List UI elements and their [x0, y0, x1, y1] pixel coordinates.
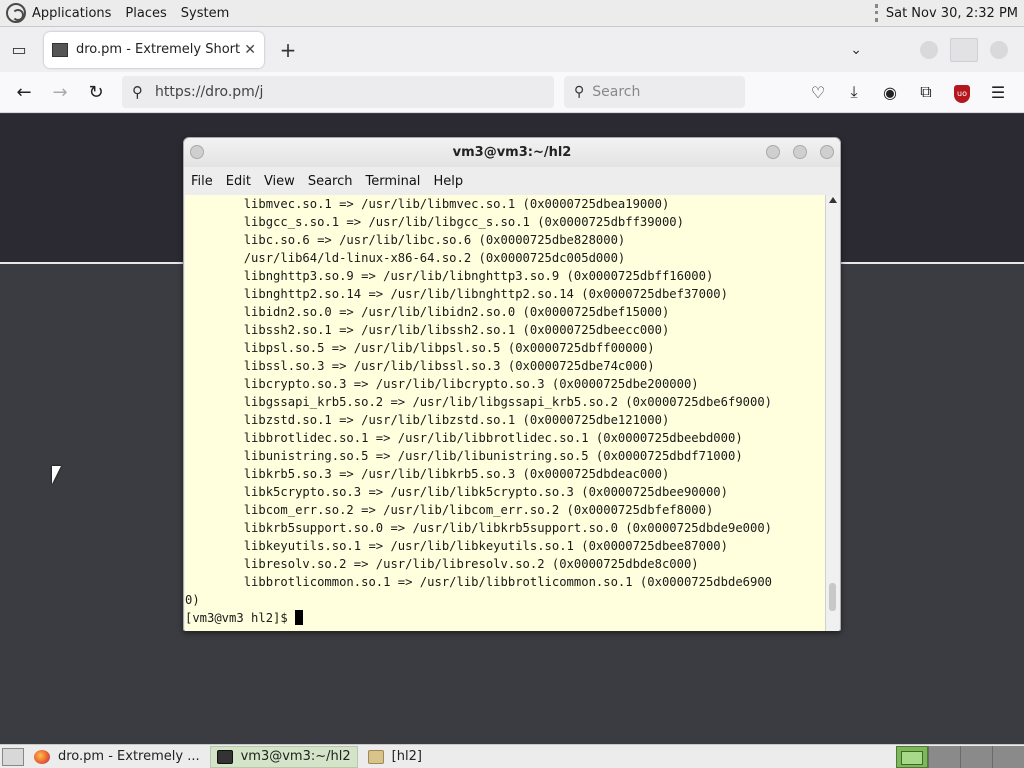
terminal-line: libidn2.so.0 => /usr/lib/libidn2.so.0 (0…: [185, 305, 670, 319]
taskbar-item-label: dro.pm - Extremely ...: [58, 749, 200, 764]
workspace-3[interactable]: [960, 745, 992, 768]
scroll-up-icon[interactable]: [829, 197, 837, 203]
terminal-line: /usr/lib64/ld-linux-x86-64.so.2 (0x00007…: [185, 251, 626, 265]
menu-search[interactable]: Search: [308, 174, 353, 189]
places-menu[interactable]: Places: [125, 6, 166, 21]
workspace-switcher: [896, 745, 1024, 768]
terminal-line: 0): [185, 593, 200, 607]
search-icon: ⚲: [132, 83, 143, 101]
show-desktop-icon[interactable]: [2, 747, 24, 766]
mouse-pointer-icon: [52, 466, 61, 484]
system-menu[interactable]: System: [181, 6, 229, 21]
close-window-button[interactable]: [990, 40, 1008, 59]
search-input[interactable]: ⚲ Search: [564, 76, 745, 108]
forward-icon[interactable]: →: [42, 74, 78, 110]
terminal-output[interactable]: libmvec.so.1 => /usr/lib/libmvec.so.1 (0…: [185, 195, 826, 631]
terminal-titlebar[interactable]: vm3@vm3:~/hl2: [184, 138, 840, 167]
tab-list-icon[interactable]: ▭: [0, 27, 38, 72]
list-all-tabs-icon[interactable]: ⌄: [850, 42, 862, 58]
terminal-line: libgssapi_krb5.so.2 => /usr/lib/libgssap…: [185, 395, 773, 409]
terminal-line: libssh2.so.1 => /usr/lib/libssh2.so.1 (0…: [185, 323, 670, 337]
folder-icon: [367, 749, 384, 764]
download-icon[interactable]: ⤓: [836, 82, 872, 102]
browser-tab[interactable]: dro.pm - Extremely Short Li ✕: [44, 31, 264, 68]
menu-icon[interactable]: ☰: [980, 83, 1016, 102]
maximize-icon[interactable]: [793, 145, 807, 159]
search-icon: ⚲: [574, 84, 585, 100]
terminal-line: libbrotlicommon.so.1 => /usr/lib/libbrot…: [185, 575, 773, 589]
tab-close-icon[interactable]: ✕: [244, 42, 256, 58]
distro-logo-icon[interactable]: [6, 3, 26, 23]
account-icon[interactable]: ◉: [872, 83, 908, 102]
terminal-line: libzstd.so.1 => /usr/lib/libzstd.so.1 (0…: [185, 413, 670, 427]
menu-file[interactable]: File: [191, 174, 213, 189]
terminal-line: libunistring.so.5 => /usr/lib/libunistri…: [185, 449, 743, 463]
terminal-window[interactable]: vm3@vm3:~/hl2 File Edit View Search Term…: [183, 137, 841, 631]
taskbar-item-folder[interactable]: [hl2]: [362, 746, 428, 768]
search-placeholder: Search: [592, 84, 641, 100]
minimize-window-button[interactable]: [920, 40, 938, 59]
close-icon[interactable]: [820, 145, 834, 159]
text-cursor: [295, 610, 304, 625]
panel-grip-icon: [874, 4, 878, 22]
menu-edit[interactable]: Edit: [226, 174, 251, 189]
terminal-line: libmvec.so.1 => /usr/lib/libmvec.so.1 (0…: [185, 197, 670, 211]
terminal-scrollbar[interactable]: [825, 195, 839, 631]
taskbar-item-terminal[interactable]: vm3@vm3:~/hl2: [209, 745, 358, 768]
reload-icon[interactable]: ↻: [78, 74, 114, 110]
browser-navbar: ← → ↻ ⚲ https://dro.pm/j ⚲ Search ♡ ⤓ ◉ …: [0, 72, 1024, 113]
terminal-line: libkeyutils.so.1 => /usr/lib/libkeyutils…: [185, 539, 728, 553]
terminal-line: libcom_err.so.2 => /usr/lib/libcom_err.s…: [185, 503, 714, 517]
terminal-line: libc.so.6 => /usr/lib/libc.so.6 (0x00007…: [185, 233, 626, 247]
url-bar[interactable]: ⚲ https://dro.pm/j: [122, 76, 554, 108]
terminal-prompt-line: [vm3@vm3 hl2]$: [185, 609, 826, 627]
terminal-line: libnghttp2.so.14 => /usr/lib/libnghttp2.…: [185, 287, 728, 301]
back-icon[interactable]: ←: [6, 74, 42, 110]
menu-help[interactable]: Help: [433, 174, 463, 189]
top-panel: Applications Places System Sat Nov 30, 2…: [0, 0, 1024, 27]
terminal-line: libcrypto.so.3 => /usr/lib/libcrypto.so.…: [185, 377, 699, 391]
minimize-icon[interactable]: [766, 145, 780, 159]
workspace-1[interactable]: [896, 745, 928, 768]
terminal-line: libresolv.so.2 => /usr/lib/libresolv.so.…: [185, 557, 699, 571]
url-text: https://dro.pm/j: [155, 84, 264, 100]
clock[interactable]: Sat Nov 30, 2:32 PM: [886, 6, 1018, 21]
tab-title: dro.pm - Extremely Short Li: [76, 42, 241, 57]
terminal-line: libnghttp3.so.9 => /usr/lib/libnghttp3.s…: [185, 269, 714, 283]
window-menu-icon[interactable]: [190, 145, 204, 159]
firefox-icon: [34, 749, 50, 764]
extensions-icon[interactable]: ⧉: [908, 82, 944, 102]
terminal-menubar: File Edit View Search Terminal Help: [184, 167, 840, 195]
menu-terminal[interactable]: Terminal: [365, 174, 420, 189]
terminal-line: libbrotlidec.so.1 => /usr/lib/libbrotlid…: [185, 431, 743, 445]
workspace-2[interactable]: [928, 745, 960, 768]
terminal-line: libk5crypto.so.3 => /usr/lib/libk5crypto…: [185, 485, 728, 499]
ublock-icon[interactable]: uo: [944, 81, 980, 103]
terminal-line: libssl.so.3 => /usr/lib/libssl.so.3 (0x0…: [185, 359, 655, 373]
bottom-taskbar: dro.pm - Extremely ... vm3@vm3:~/hl2 [hl…: [0, 744, 1024, 768]
taskbar-item-label: [hl2]: [391, 749, 422, 764]
shell-prompt: [vm3@vm3 hl2]$: [185, 611, 296, 625]
taskbar-item-label: vm3@vm3:~/hl2: [240, 749, 351, 764]
terminal-line: libkrb5.so.3 => /usr/lib/libkrb5.so.3 (0…: [185, 467, 670, 481]
terminal-icon: [216, 749, 233, 764]
tab-favicon-icon: [52, 42, 68, 57]
terminal-line: libkrb5support.so.0 => /usr/lib/libkrb5s…: [185, 521, 773, 535]
browser-tabbar: ▭ dro.pm - Extremely Short Li ✕ + ⌄: [0, 27, 1024, 72]
terminal-line: libpsl.so.5 => /usr/lib/libpsl.so.5 (0x0…: [185, 341, 655, 355]
pocket-icon[interactable]: ♡: [800, 83, 836, 102]
scrollbar-thumb[interactable]: [829, 583, 836, 611]
new-tab-icon[interactable]: +: [270, 38, 306, 62]
menu-view[interactable]: View: [264, 174, 295, 189]
terminal-line: libgcc_s.so.1 => /usr/lib/libgcc_s.so.1 …: [185, 215, 684, 229]
terminal-title: vm3@vm3:~/hl2: [452, 145, 572, 160]
workspace-4[interactable]: [992, 745, 1024, 768]
applications-menu[interactable]: Applications: [32, 6, 111, 21]
taskbar-item-browser[interactable]: dro.pm - Extremely ...: [28, 746, 206, 768]
maximize-window-button[interactable]: [950, 37, 978, 62]
